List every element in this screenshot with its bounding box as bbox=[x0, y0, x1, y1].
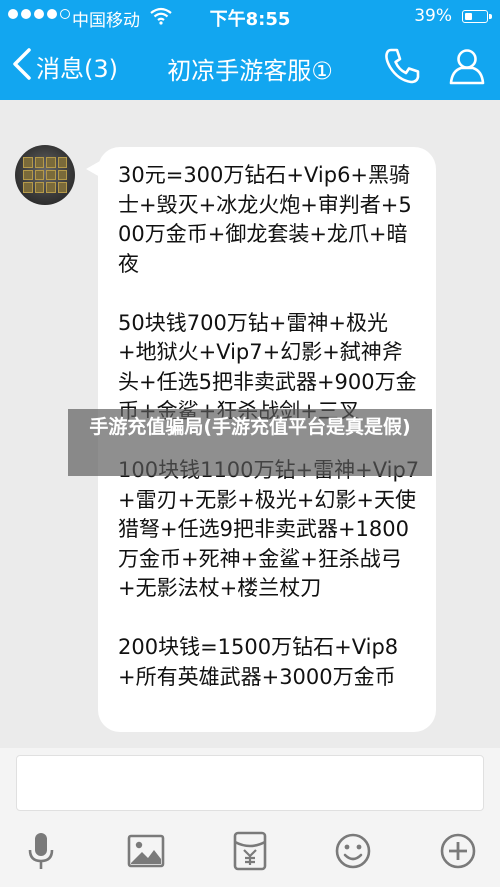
chat-header: 消息(3) 初凉手游客服① bbox=[0, 32, 500, 100]
plus-circle-icon[interactable] bbox=[436, 829, 480, 873]
battery-percentage: 39% bbox=[414, 6, 452, 26]
image-icon[interactable] bbox=[124, 829, 168, 873]
phone-icon[interactable] bbox=[382, 46, 422, 90]
input-area bbox=[0, 748, 500, 887]
watermark-caption: 手游充值骗局(手游充值平台是真是假) bbox=[68, 409, 432, 476]
message-input[interactable] bbox=[16, 755, 484, 811]
status-bar: 中国移动 下午8:55 39% bbox=[0, 0, 500, 32]
avatar[interactable] bbox=[15, 145, 75, 205]
red-packet-icon[interactable] bbox=[228, 829, 272, 873]
person-icon[interactable] bbox=[447, 46, 487, 90]
smiley-icon[interactable] bbox=[331, 829, 375, 873]
chat-title: 初凉手游客服① bbox=[167, 57, 333, 85]
microphone-icon[interactable] bbox=[19, 829, 63, 873]
battery-icon bbox=[462, 10, 492, 23]
input-toolbar bbox=[0, 825, 500, 875]
